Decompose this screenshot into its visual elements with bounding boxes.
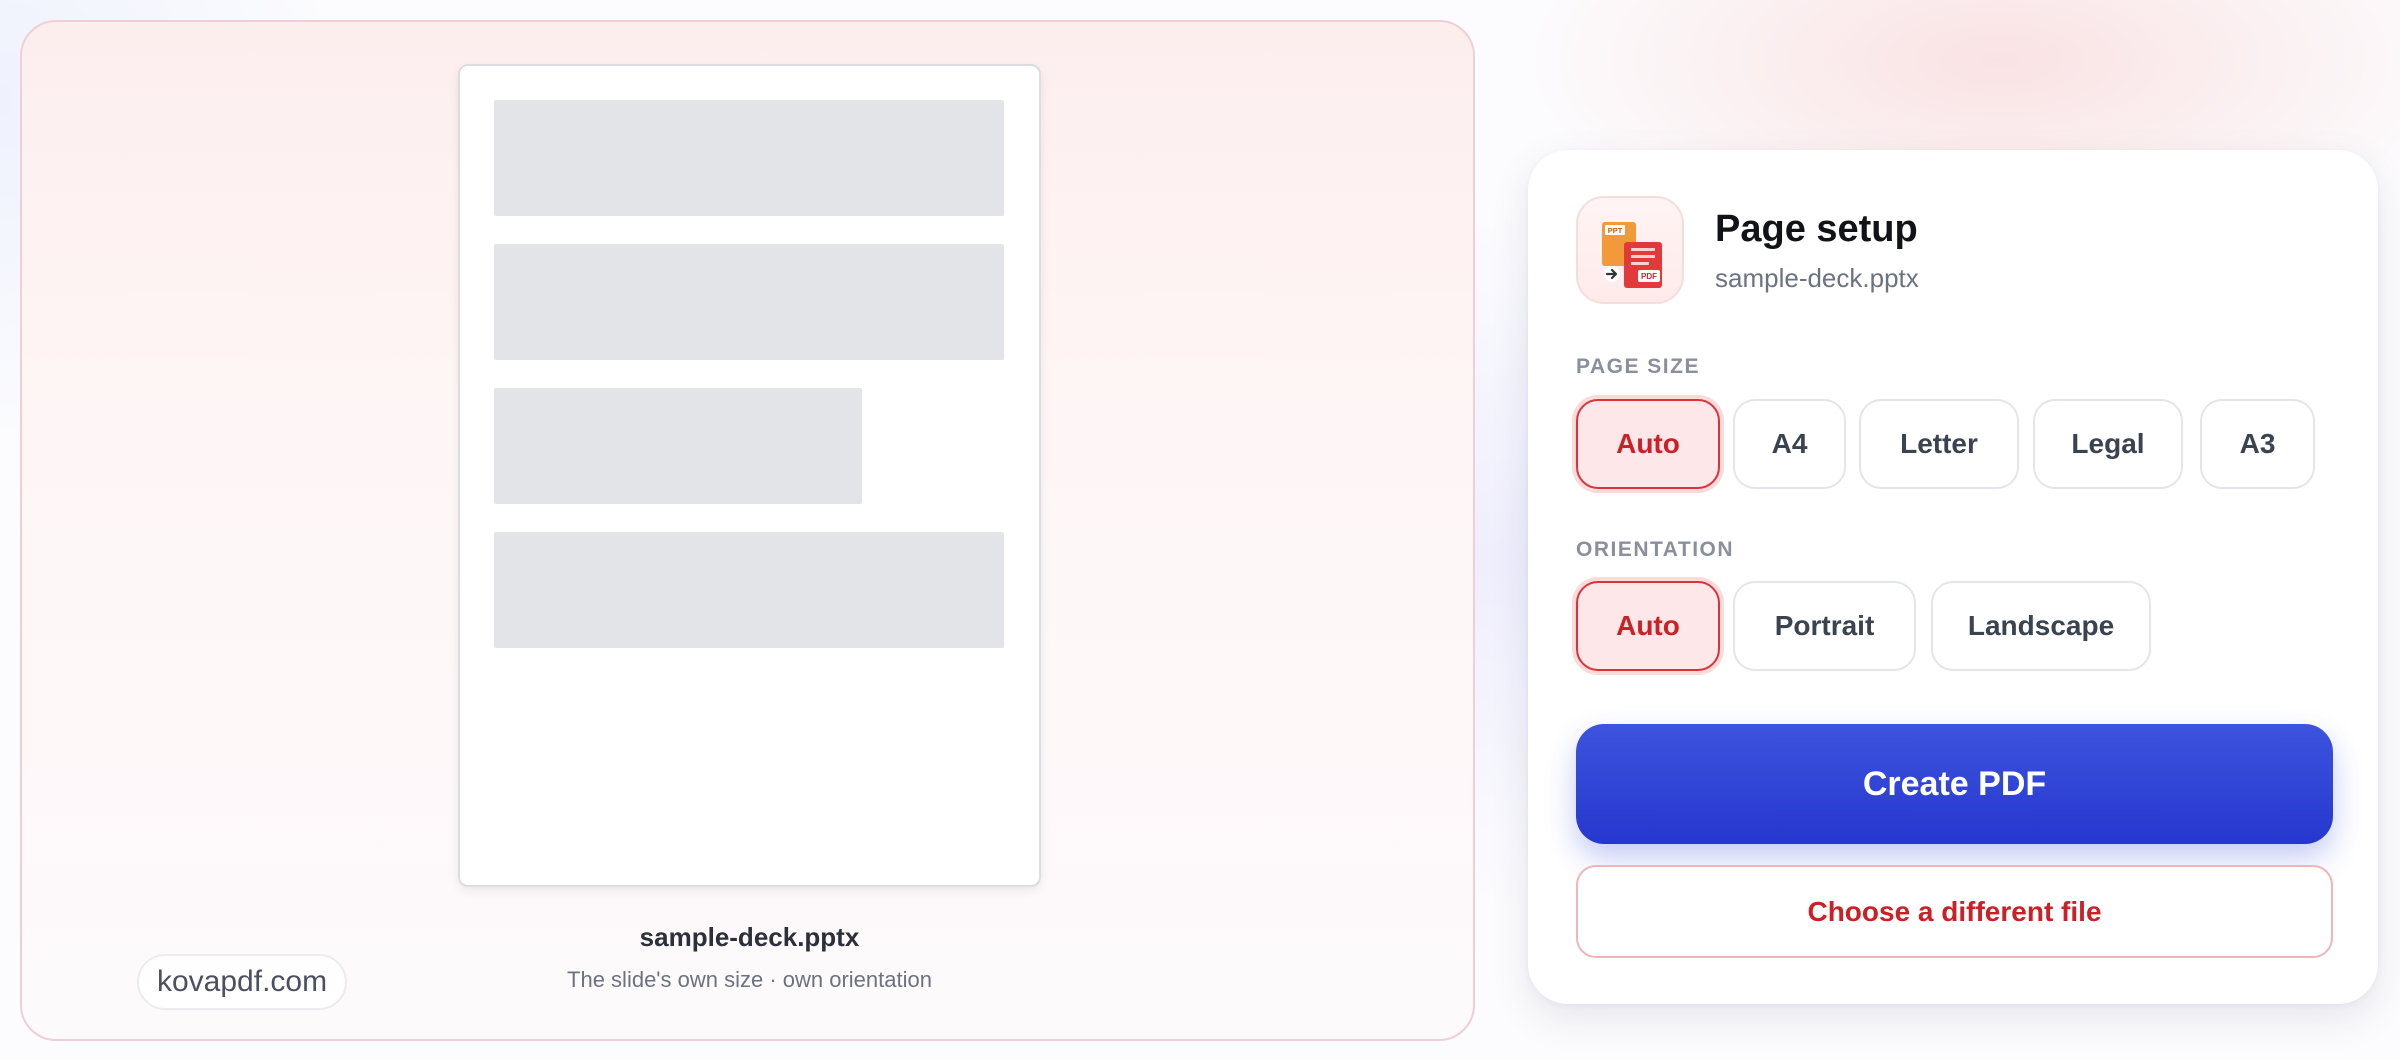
ppt-to-pdf-icon: PPT PDF: [1576, 196, 1684, 304]
create-pdf-button[interactable]: Create PDF: [1576, 724, 2333, 844]
page-preview: [458, 64, 1041, 887]
orientation-landscape-option[interactable]: Landscape: [1931, 581, 2151, 671]
page-setup-card: PPT PDF Page setup sample-deck.pptx PAGE…: [1528, 150, 2378, 1004]
preview-panel: sample-deck.pptx The slide's own size · …: [20, 20, 1475, 1041]
page-size-legal-option[interactable]: Legal: [2033, 399, 2183, 489]
content-placeholder: [494, 244, 1004, 360]
orientation-portrait-option[interactable]: Portrait: [1733, 581, 1916, 671]
page-size-a3-option[interactable]: A3: [2200, 399, 2315, 489]
orientation-label: ORIENTATION: [1576, 538, 1735, 561]
svg-text:PPT: PPT: [1608, 226, 1623, 235]
orientation-auto-option[interactable]: Auto: [1576, 581, 1720, 671]
brand-badge: kovapdf.com: [137, 954, 348, 1010]
content-placeholder: [494, 100, 1004, 216]
preview-file-name: sample-deck.pptx: [639, 922, 860, 952]
choose-different-file-button[interactable]: Choose a different file: [1576, 865, 2333, 958]
page-size-label: PAGE SIZE: [1576, 355, 1700, 378]
preview-meta: The slide's own size · own orientation: [567, 967, 932, 992]
page-size-a4-option[interactable]: A4: [1733, 399, 1846, 489]
file-subtitle: sample-deck.pptx: [1715, 263, 1919, 293]
page-size-letter-option[interactable]: Letter: [1859, 399, 2019, 489]
content-placeholder: [494, 532, 1004, 648]
page-size-auto-option[interactable]: Auto: [1576, 399, 1720, 489]
svg-text:PDF: PDF: [1641, 272, 1657, 281]
content-placeholder: [494, 388, 862, 504]
page-title: Page setup: [1715, 208, 1918, 250]
